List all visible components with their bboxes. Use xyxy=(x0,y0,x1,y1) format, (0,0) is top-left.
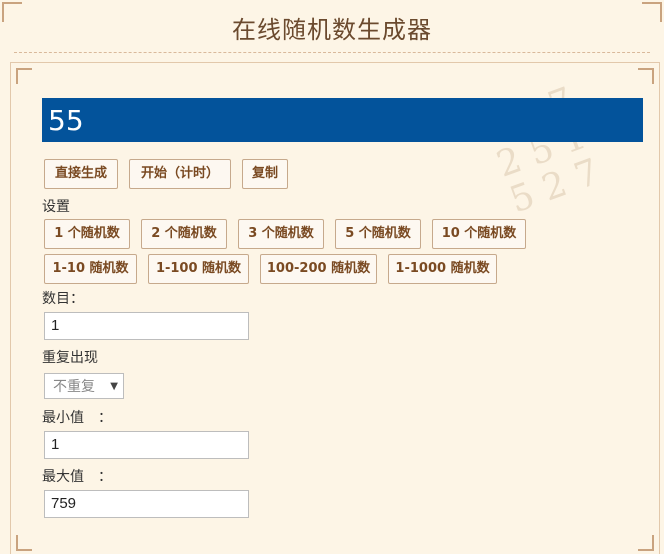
panel-corner-ornament xyxy=(638,535,654,551)
min-input[interactable]: 1 xyxy=(44,431,249,459)
settings-label: 设置 xyxy=(42,199,70,215)
min-label: 最小值 ： xyxy=(42,410,112,426)
range-1-100-button[interactable]: 1-100 随机数 xyxy=(148,254,249,284)
count-label: 数目： xyxy=(42,291,84,307)
preset-2-numbers-button[interactable]: 2 个随机数 xyxy=(141,219,227,249)
title-divider xyxy=(14,52,650,53)
direct-generate-button[interactable]: 直接生成 xyxy=(44,159,118,189)
page-title: 在线随机数生成器 xyxy=(232,16,432,44)
corner-ornament xyxy=(2,2,22,22)
range-1-1000-button[interactable]: 1-1000 随机数 xyxy=(388,254,497,284)
panel-corner-ornament xyxy=(16,68,32,84)
max-input[interactable]: 759 xyxy=(44,490,249,518)
range-100-200-button[interactable]: 100-200 随机数 xyxy=(260,254,377,284)
chevron-down-icon: ▼ xyxy=(110,381,118,392)
panel-corner-ornament xyxy=(16,535,32,551)
repeat-label: 重复出现 xyxy=(42,350,98,366)
preset-5-numbers-button[interactable]: 5 个随机数 xyxy=(335,219,421,249)
preset-1-number-button[interactable]: 1 个随机数 xyxy=(44,219,130,249)
preset-10-numbers-button[interactable]: 10 个随机数 xyxy=(432,219,526,249)
copy-button[interactable]: 复制 xyxy=(242,159,288,189)
preset-3-numbers-button[interactable]: 3 个随机数 xyxy=(238,219,324,249)
repeat-select[interactable]: 不重复 ▼ xyxy=(44,373,124,399)
result-display: 55 xyxy=(42,98,643,142)
start-timed-button[interactable]: 开始（计时） xyxy=(129,159,231,189)
count-input[interactable]: 1 xyxy=(44,312,249,340)
range-1-10-button[interactable]: 1-10 随机数 xyxy=(44,254,137,284)
corner-ornament xyxy=(642,2,662,22)
repeat-select-value: 不重复 xyxy=(53,379,95,395)
max-label: 最大值 ： xyxy=(42,469,112,485)
